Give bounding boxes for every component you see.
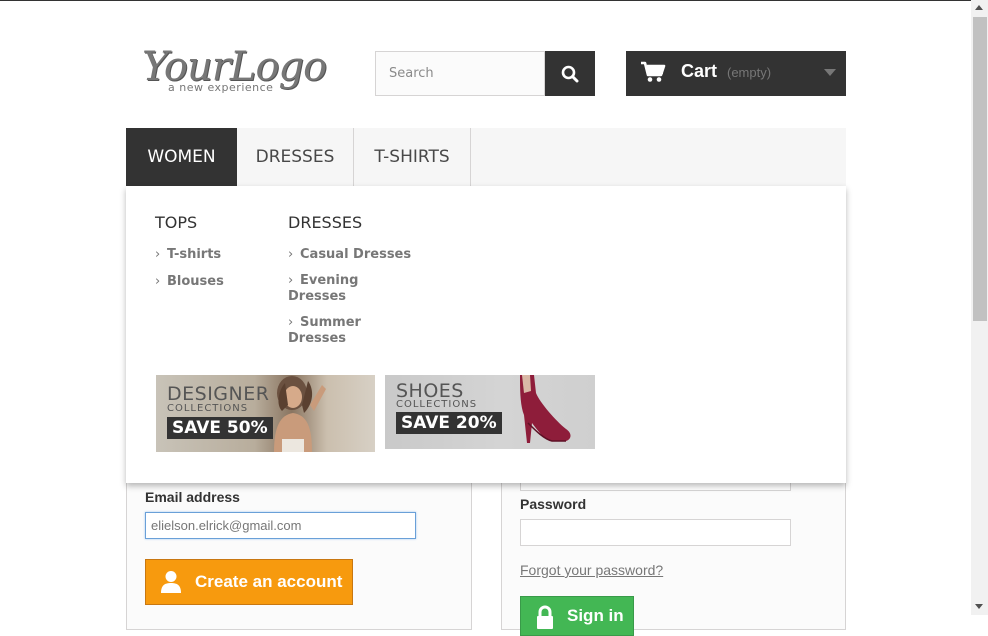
scroll-down-icon[interactable] (975, 604, 983, 609)
search-input[interactable] (376, 52, 544, 95)
password-field-wrapper (520, 519, 791, 546)
email-field[interactable] (146, 513, 415, 538)
chevron-right-icon: › (155, 274, 161, 289)
chevron-right-icon: › (288, 247, 294, 262)
search-box (375, 51, 545, 96)
dropdown-item-label: T-shirts (167, 247, 222, 262)
dropdown-heading-dresses[interactable]: DRESSES (288, 213, 362, 232)
shopping-cart-icon (641, 61, 666, 82)
banner-shoes-collections[interactable]: SHOES COLLECTIONS SAVE 20% (385, 375, 595, 449)
dropdown-item-blouses[interactable]: › Blouses (155, 274, 255, 290)
women-dropdown-menu: TOPS › T-shirts › Blouses DRESSES › Casual … (126, 186, 846, 483)
top-border (0, 0, 971, 1)
user-icon (161, 571, 181, 593)
chevron-right-icon: › (288, 315, 294, 330)
dropdown-item-label: Casual Dresses (300, 247, 412, 262)
banner-promo: SAVE 20% (396, 412, 502, 434)
menu-item-women[interactable]: WOMEN (126, 128, 237, 186)
password-field[interactable] (521, 520, 790, 545)
banner-promo: SAVE 50% (167, 417, 273, 439)
search-icon (561, 65, 579, 82)
create-account-label: Create an account (195, 572, 343, 591)
chevron-right-icon: › (155, 247, 161, 262)
chevron-right-icon: › (288, 273, 294, 288)
cart-status: (empty) (727, 65, 772, 80)
banner-title: DESIGNER (167, 383, 270, 405)
scroll-up-icon[interactable] (975, 5, 983, 10)
dropdown-item-evening-dresses[interactable]: › Evening Dresses (288, 273, 364, 305)
shoe-image (520, 375, 571, 443)
forgot-password-link[interactable]: Forgot your password? (520, 562, 663, 578)
email-field-wrapper (145, 512, 416, 539)
menu-item-tshirts[interactable]: T-SHIRTS (354, 128, 471, 186)
main-menu: WOMEN DRESSES T-SHIRTS (126, 128, 846, 186)
email-label: Email address (145, 489, 240, 505)
sign-in-button[interactable]: Sign in (520, 596, 634, 636)
cart-button[interactable]: Cart (empty) (626, 51, 846, 96)
dropdown-item-tshirts[interactable]: › T-shirts (155, 247, 255, 263)
chevron-down-icon (824, 69, 836, 76)
banner-subtitle: COLLECTIONS (167, 403, 249, 414)
cart-label: Cart (681, 61, 718, 81)
dropdown-item-label: Blouses (167, 274, 224, 289)
password-label: Password (520, 496, 587, 512)
site-logo[interactable]: YourLogo a new experience (140, 44, 327, 104)
search-button[interactable] (545, 51, 595, 96)
banner-subtitle: COLLECTIONS (396, 399, 478, 410)
banner-designer-collections[interactable]: DESIGNER COLLECTIONS SAVE 50% (156, 375, 375, 452)
sign-in-label: Sign in (567, 606, 624, 625)
logo-tagline: a new experience (168, 81, 274, 94)
create-account-button[interactable]: Create an account (145, 559, 353, 605)
dropdown-item-casual-dresses[interactable]: › Casual Dresses (288, 247, 413, 263)
lock-icon (537, 605, 553, 629)
menu-item-dresses[interactable]: DRESSES (237, 128, 354, 186)
dropdown-item-summer-dresses[interactable]: › Summer Dresses (288, 315, 364, 347)
dropdown-heading-tops[interactable]: TOPS (155, 213, 197, 232)
scrollbar-thumb[interactable] (973, 17, 987, 321)
